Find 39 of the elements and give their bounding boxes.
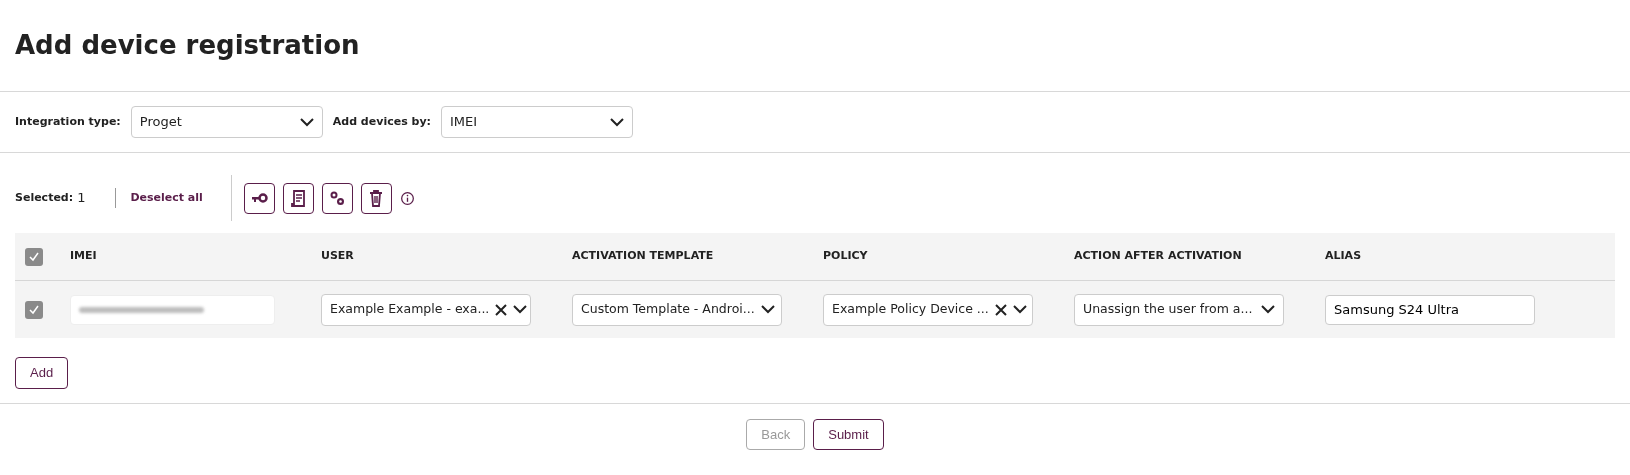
checkmark-icon	[28, 250, 40, 263]
deselect-all-link[interactable]: Deselect all	[130, 189, 203, 207]
dropdown-field[interactable]: Custom Template - Androi...	[572, 293, 782, 326]
dropdown-field[interactable]: Example Policy Device ...	[823, 293, 1033, 326]
chevron-down-icon	[1012, 305, 1027, 315]
clear-icon[interactable]	[495, 303, 508, 316]
selected-count: 1	[77, 189, 86, 208]
column-header: USER	[321, 249, 354, 263]
field-label: Add devices by:	[332, 113, 431, 130]
dropdown-field[interactable]: Example Example - exa...	[321, 293, 531, 326]
trash-button[interactable]	[360, 182, 392, 214]
checkmark-icon	[28, 303, 40, 316]
column-header: ACTIVATION TEMPLATE	[572, 249, 714, 263]
clear-icon[interactable]	[994, 303, 1007, 316]
dropdown-field[interactable]: Proget	[130, 106, 323, 139]
chevron-down-icon	[760, 305, 775, 315]
submit-button[interactable]: Submit	[813, 418, 884, 451]
checkbox[interactable]	[25, 300, 43, 319]
chevron-down-icon	[513, 305, 528, 315]
chevron-down-icon	[609, 117, 624, 127]
add-button[interactable]: Add	[15, 357, 69, 389]
page-title: Add device registration	[14, 29, 361, 62]
column-header: IMEI	[70, 249, 97, 263]
text-field[interactable]: Samsung S24 Ultra	[1325, 294, 1535, 325]
key-button[interactable]	[243, 182, 275, 214]
gears-button[interactable]	[321, 182, 353, 214]
column-header: POLICY	[823, 249, 868, 263]
column-header: ALIAS	[1325, 249, 1362, 263]
document-icon	[289, 189, 308, 208]
dropdown-field[interactable]: Unassign the user from a...	[1074, 293, 1284, 326]
field-label: Integration type:	[15, 113, 121, 130]
chevron-down-icon	[299, 117, 314, 127]
column-header: ACTION AFTER ACTIVATION	[1074, 249, 1242, 263]
selected-count-label: Selected:	[15, 189, 74, 206]
document-button[interactable]	[282, 182, 314, 214]
checkbox[interactable]	[25, 247, 43, 266]
dropdown-field[interactable]: IMEI	[440, 106, 633, 139]
chevron-down-icon	[1261, 305, 1275, 315]
info-icon[interactable]	[399, 190, 415, 206]
